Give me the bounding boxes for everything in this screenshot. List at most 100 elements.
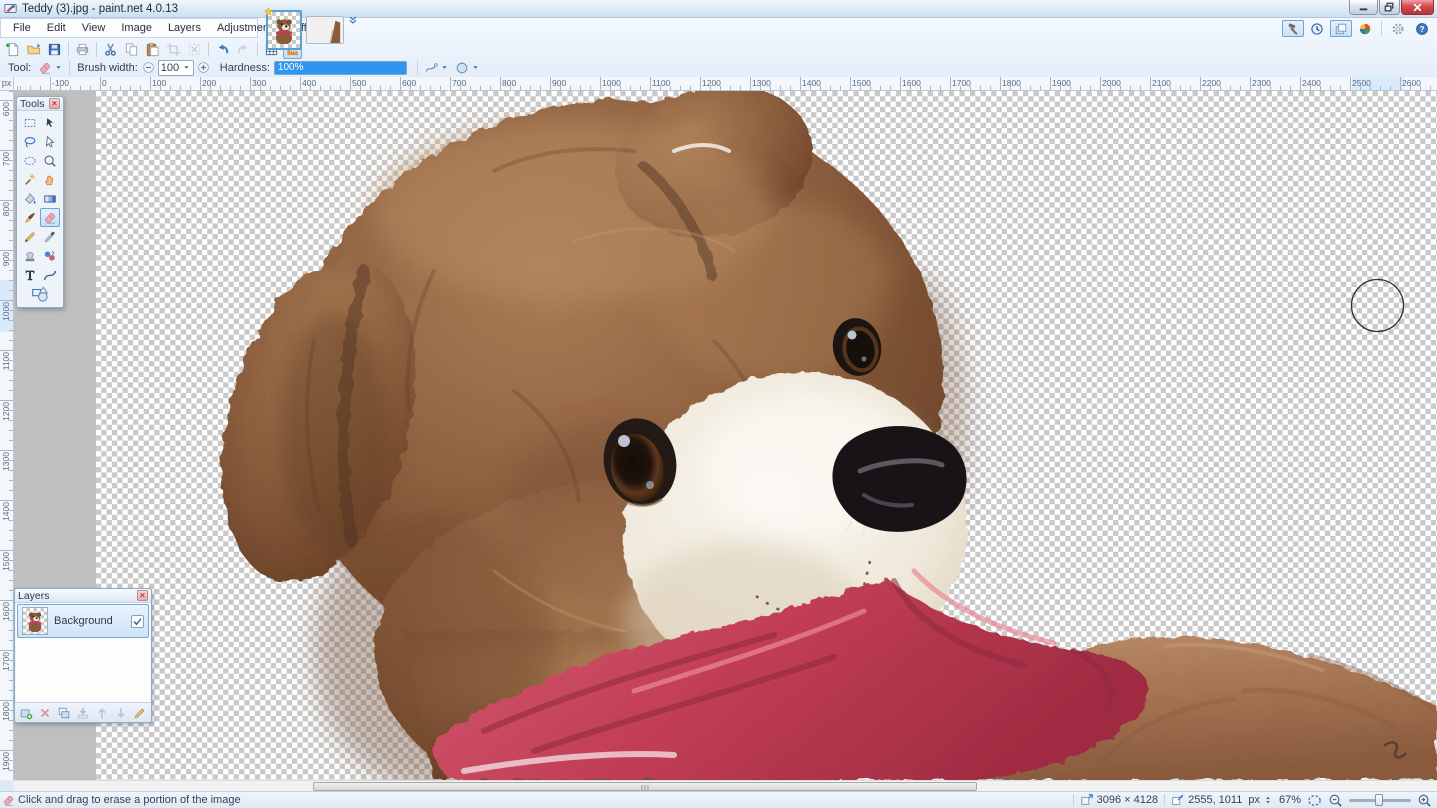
hruler-tick-label: 1000	[602, 78, 621, 88]
undo-button[interactable]	[213, 40, 232, 59]
blend-mode-dropdown[interactable]	[452, 60, 483, 76]
decrease-brush-width-button[interactable]	[142, 61, 155, 74]
tools-palette-titlebar[interactable]: Tools ✕	[17, 97, 63, 111]
tool-clone-stamp[interactable]	[20, 246, 40, 265]
title-bar[interactable]: Teddy (3).jpg - paint.net 4.0.13	[0, 0, 1437, 18]
tool-ellipse-select[interactable]	[20, 151, 40, 170]
menu-item-image[interactable]: Image	[113, 20, 160, 36]
tool-rectangle-select[interactable]	[20, 113, 40, 132]
tool-paintbrush[interactable]	[20, 208, 40, 227]
active-tool-dropdown[interactable]	[35, 60, 66, 76]
tool-move-selection[interactable]	[40, 132, 60, 151]
layer-row-background[interactable]: Background	[17, 604, 149, 638]
hruler-major-tick	[100, 77, 101, 90]
layer-thumbnail	[22, 607, 48, 635]
hruler-major-tick	[50, 77, 51, 90]
vruler-major-tick	[0, 650, 13, 651]
tools-palette-close-icon[interactable]: ✕	[49, 98, 60, 109]
layers-toggle-button[interactable]	[1330, 20, 1352, 37]
brush-width-combo[interactable]: 100	[158, 60, 194, 76]
open-image-thumbnail-other[interactable]	[306, 16, 344, 44]
tool-text[interactable]	[20, 265, 40, 284]
cut-button[interactable]	[101, 40, 120, 59]
copy-button[interactable]	[122, 40, 141, 59]
vertical-ruler: 6007008009001000110012001300140015001600…	[0, 91, 14, 780]
move-layer-up-button[interactable]	[93, 705, 110, 721]
help-toggle-button[interactable]: ?	[1411, 20, 1433, 37]
zoom-out-button[interactable]	[1328, 793, 1343, 808]
tool-shapes[interactable]	[20, 284, 60, 303]
zoom-slider[interactable]	[1349, 799, 1411, 802]
tool-recolor[interactable]	[40, 246, 60, 265]
increase-brush-width-button[interactable]	[197, 61, 210, 74]
tool-lasso-select[interactable]	[20, 132, 40, 151]
status-bar: Click and drag to erase a portion of the…	[0, 791, 1437, 808]
menu-item-view[interactable]: View	[74, 20, 114, 36]
zoom-in-button[interactable]	[1417, 793, 1432, 808]
line-curve-icon	[43, 268, 57, 282]
tool-eraser[interactable]	[40, 208, 60, 227]
open-button[interactable]	[24, 40, 43, 59]
save-button[interactable]	[45, 40, 64, 59]
hruler-major-tick	[200, 77, 201, 90]
tool-pan[interactable]	[40, 170, 60, 189]
new-button[interactable]	[3, 40, 22, 59]
layers-palette-close-icon[interactable]: ✕	[137, 590, 148, 601]
layer-properties-button[interactable]	[131, 705, 148, 721]
canvas-area[interactable]	[14, 91, 1437, 780]
check-icon	[132, 616, 143, 627]
redo-icon	[236, 42, 251, 57]
image-size-icon	[1080, 793, 1094, 807]
tools-toggle-button[interactable]	[1282, 20, 1304, 37]
tool-zoom[interactable]	[40, 151, 60, 170]
layer-thumbnail-bear	[24, 610, 46, 632]
add-layer-button[interactable]	[18, 705, 35, 721]
delete-layer-button[interactable]	[37, 705, 54, 721]
color-picker-icon	[43, 230, 57, 244]
minimize-button[interactable]	[1349, 0, 1378, 15]
vruler-tick-label: 1700	[1, 652, 11, 671]
duplicate-layer-button[interactable]	[56, 705, 73, 721]
restore-button[interactable]	[1379, 0, 1400, 15]
history-toggle-button[interactable]	[1306, 20, 1328, 37]
arrow-down-icon	[114, 706, 128, 720]
tool-paint-bucket[interactable]	[20, 189, 40, 208]
open-image-thumbnail-selected[interactable]	[266, 10, 302, 50]
redo-button[interactable]	[234, 40, 253, 59]
hruler-major-tick	[350, 77, 351, 90]
move-pixels-icon	[43, 116, 57, 130]
horizontal-scrollbar[interactable]	[14, 780, 1437, 791]
paste-button[interactable]	[143, 40, 162, 59]
close-button[interactable]	[1401, 0, 1434, 15]
menu-item-edit[interactable]: Edit	[39, 20, 74, 36]
horizontal-scrollbar-thumb[interactable]	[313, 782, 977, 791]
image-size-indicator: 3096 × 4128	[1080, 793, 1158, 807]
colors-toggle-button[interactable]	[1354, 20, 1376, 37]
image-list-chevron-icon[interactable]	[347, 14, 359, 26]
layers-palette-titlebar[interactable]: Layers ✕	[15, 589, 151, 603]
menu-item-file[interactable]: File	[5, 20, 39, 36]
merge-layer-down-button[interactable]	[75, 705, 92, 721]
print-button[interactable]	[73, 40, 92, 59]
cursor-position-icon	[1171, 793, 1185, 807]
hruler-tick-label: 300	[252, 78, 266, 88]
tool-pencil[interactable]	[20, 227, 40, 246]
layer-visibility-checkbox[interactable]	[131, 615, 144, 628]
settings-toggle-button[interactable]	[1387, 20, 1409, 37]
tool-gradient[interactable]	[40, 189, 60, 208]
move-layer-down-button[interactable]	[112, 705, 129, 721]
tool-move-selected-pixels[interactable]	[40, 113, 60, 132]
selection-quality-dropdown[interactable]	[421, 60, 452, 76]
zoom-slider-thumb[interactable]	[1375, 794, 1383, 806]
deselect-button[interactable]	[185, 40, 204, 59]
hardness-slider[interactable]: 100%	[274, 61, 407, 75]
add-layer-icon	[19, 706, 33, 720]
unit-selector[interactable]: px	[1248, 794, 1273, 806]
tool-line-curve[interactable]	[40, 265, 60, 284]
zoom-to-window-button[interactable]	[1307, 793, 1322, 808]
crop-button[interactable]	[164, 40, 183, 59]
menu-item-layers[interactable]: Layers	[160, 20, 209, 36]
tool-color-picker[interactable]	[40, 227, 60, 246]
paintbrush-icon	[23, 211, 37, 225]
tool-magic-wand[interactable]	[20, 170, 40, 189]
